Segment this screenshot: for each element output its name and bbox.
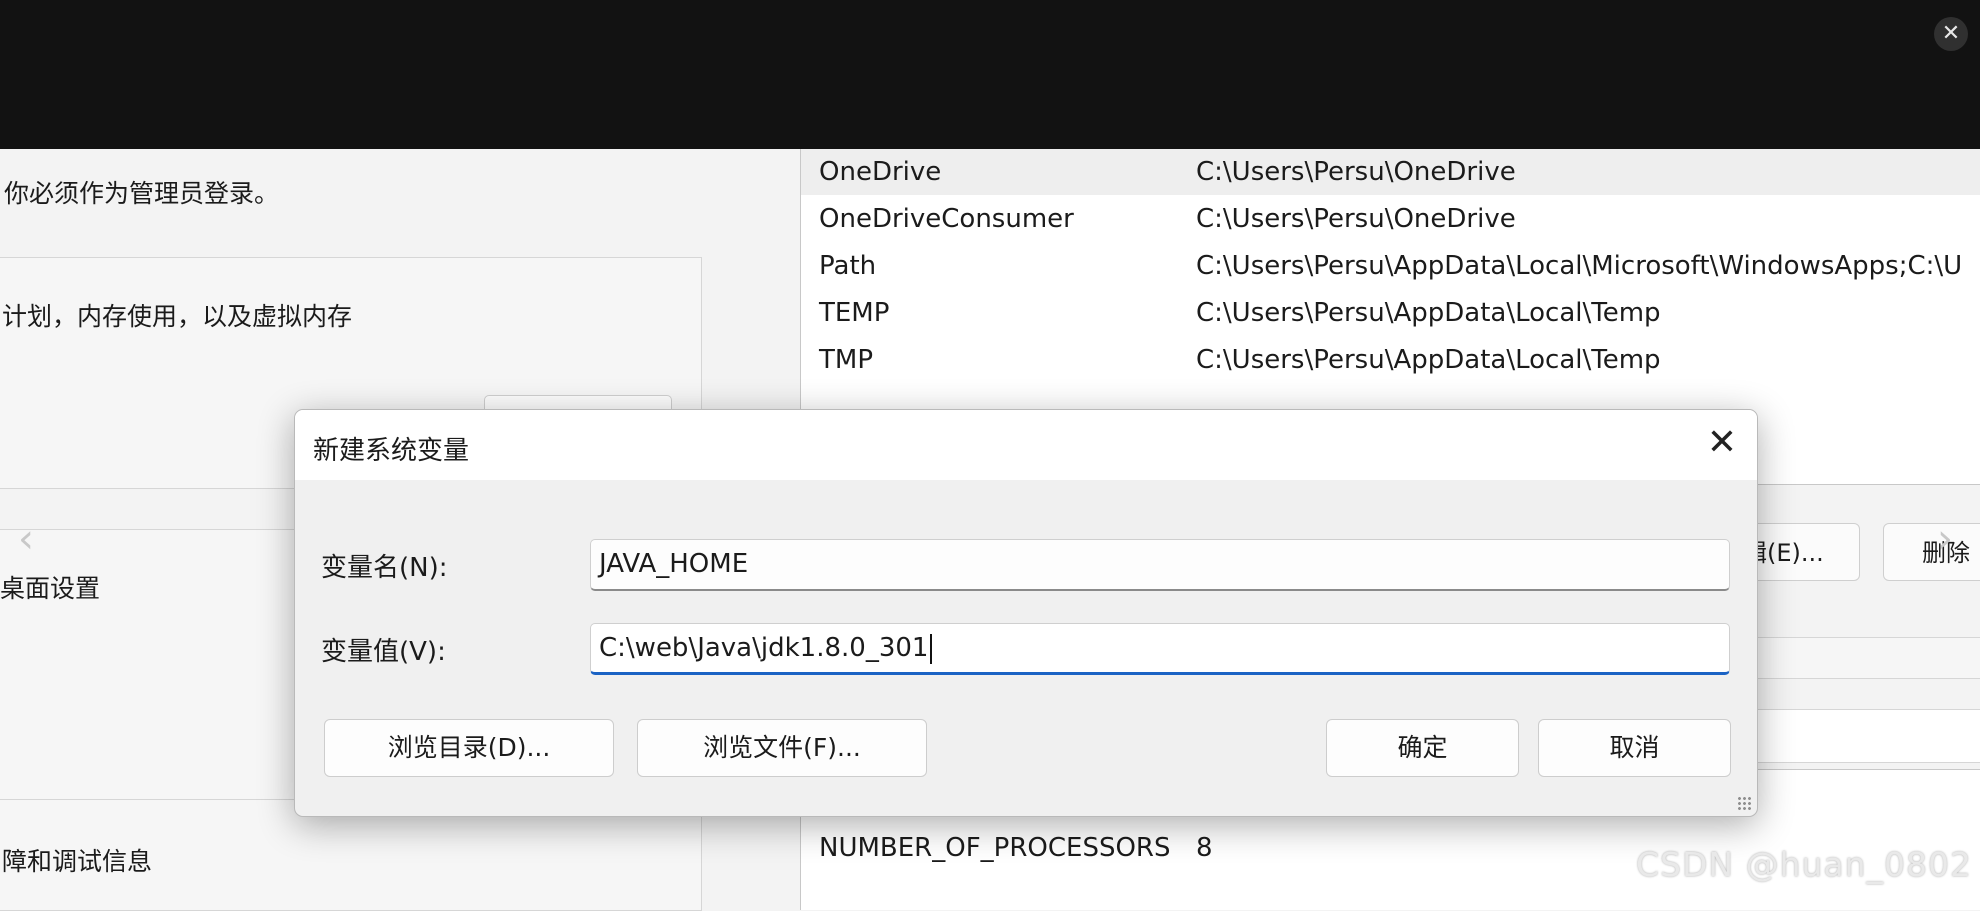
- new-system-variable-dialog: 新建系统变量 ✕ 变量名(N): JAVA_HOME 变量值(V): C:\we…: [294, 409, 1758, 817]
- variable-value-input-value: C:\web\Java\jdk1.8.0_301: [599, 633, 929, 663]
- next-image-icon[interactable]: ›: [1937, 516, 1953, 562]
- variable-name-label: 变量名(N):: [321, 553, 448, 583]
- variable-name-input[interactable]: JAVA_HOME: [590, 539, 1730, 591]
- dialog-close-icon[interactable]: ✕: [1687, 410, 1757, 480]
- list-item[interactable]: TEMP C:\Users\Persu\AppData\Local\Temp: [801, 290, 1980, 336]
- cancel-button[interactable]: 取消: [1538, 719, 1731, 777]
- startup-description: 障和调试信息: [2, 847, 153, 876]
- variable-name: NUMBER_OF_PROCESSORS: [819, 833, 1171, 863]
- profiles-description: 桌面设置: [0, 574, 101, 603]
- variable-value-label: 变量值(V):: [321, 637, 446, 667]
- list-item[interactable]: OneDriveConsumer C:\Users\Persu\OneDrive: [801, 196, 1980, 242]
- variable-value: 8: [1196, 833, 1213, 863]
- variable-value: C:\Users\Persu\AppData\Local\Temp: [1196, 298, 1661, 328]
- variable-name: OneDriveConsumer: [819, 204, 1074, 234]
- variable-value: C:\Users\Persu\AppData\Local\Temp: [1196, 345, 1661, 375]
- variable-name-input-value: JAVA_HOME: [599, 549, 749, 579]
- browse-directory-button[interactable]: 浏览目录(D)...: [324, 719, 614, 777]
- delete-user-variable-button[interactable]: 删除: [1883, 523, 1980, 581]
- variable-name: TEMP: [819, 298, 890, 328]
- browse-file-button[interactable]: 浏览文件(F)...: [637, 719, 927, 777]
- viewer-top-bar: ✕: [0, 0, 1980, 149]
- previous-image-icon[interactable]: ‹: [18, 516, 34, 562]
- dialog-title: 新建系统变量: [313, 436, 470, 466]
- viewer-close-icon[interactable]: ✕: [1934, 17, 1968, 51]
- variable-value-input[interactable]: C:\web\Java\jdk1.8.0_301: [590, 623, 1730, 675]
- list-item[interactable]: Path C:\Users\Persu\AppData\Local\Micros…: [801, 243, 1980, 289]
- admin-notice: 你必须作为管理员登录。: [4, 179, 280, 208]
- list-item[interactable]: TMP C:\Users\Persu\AppData\Local\Temp: [801, 337, 1980, 383]
- ok-button[interactable]: 确定: [1326, 719, 1519, 777]
- text-caret: [930, 633, 933, 664]
- variable-name: Path: [819, 251, 877, 281]
- system-variables-header-edge: [1750, 709, 1980, 763]
- system-variables-group-edge: [1750, 637, 1980, 679]
- list-item[interactable]: OneDrive C:\Users\Persu\OneDrive: [801, 149, 1980, 195]
- variable-value: C:\Users\Persu\OneDrive: [1196, 157, 1516, 187]
- variable-name: OneDrive: [819, 157, 942, 187]
- resize-grip-icon[interactable]: [1737, 796, 1751, 810]
- dialog-titlebar: 新建系统变量 ✕: [295, 410, 1757, 480]
- variable-value: C:\Users\Persu\AppData\Local\Microsoft\W…: [1196, 251, 1963, 281]
- variable-value: C:\Users\Persu\OneDrive: [1196, 204, 1516, 234]
- performance-description: 计划，内存使用，以及虚拟内存: [2, 302, 353, 331]
- watermark: CSDN @huan_0802: [1636, 845, 1973, 884]
- edit-user-variable-button[interactable]: 辑(E)...: [1750, 523, 1860, 581]
- variable-name: TMP: [819, 345, 873, 375]
